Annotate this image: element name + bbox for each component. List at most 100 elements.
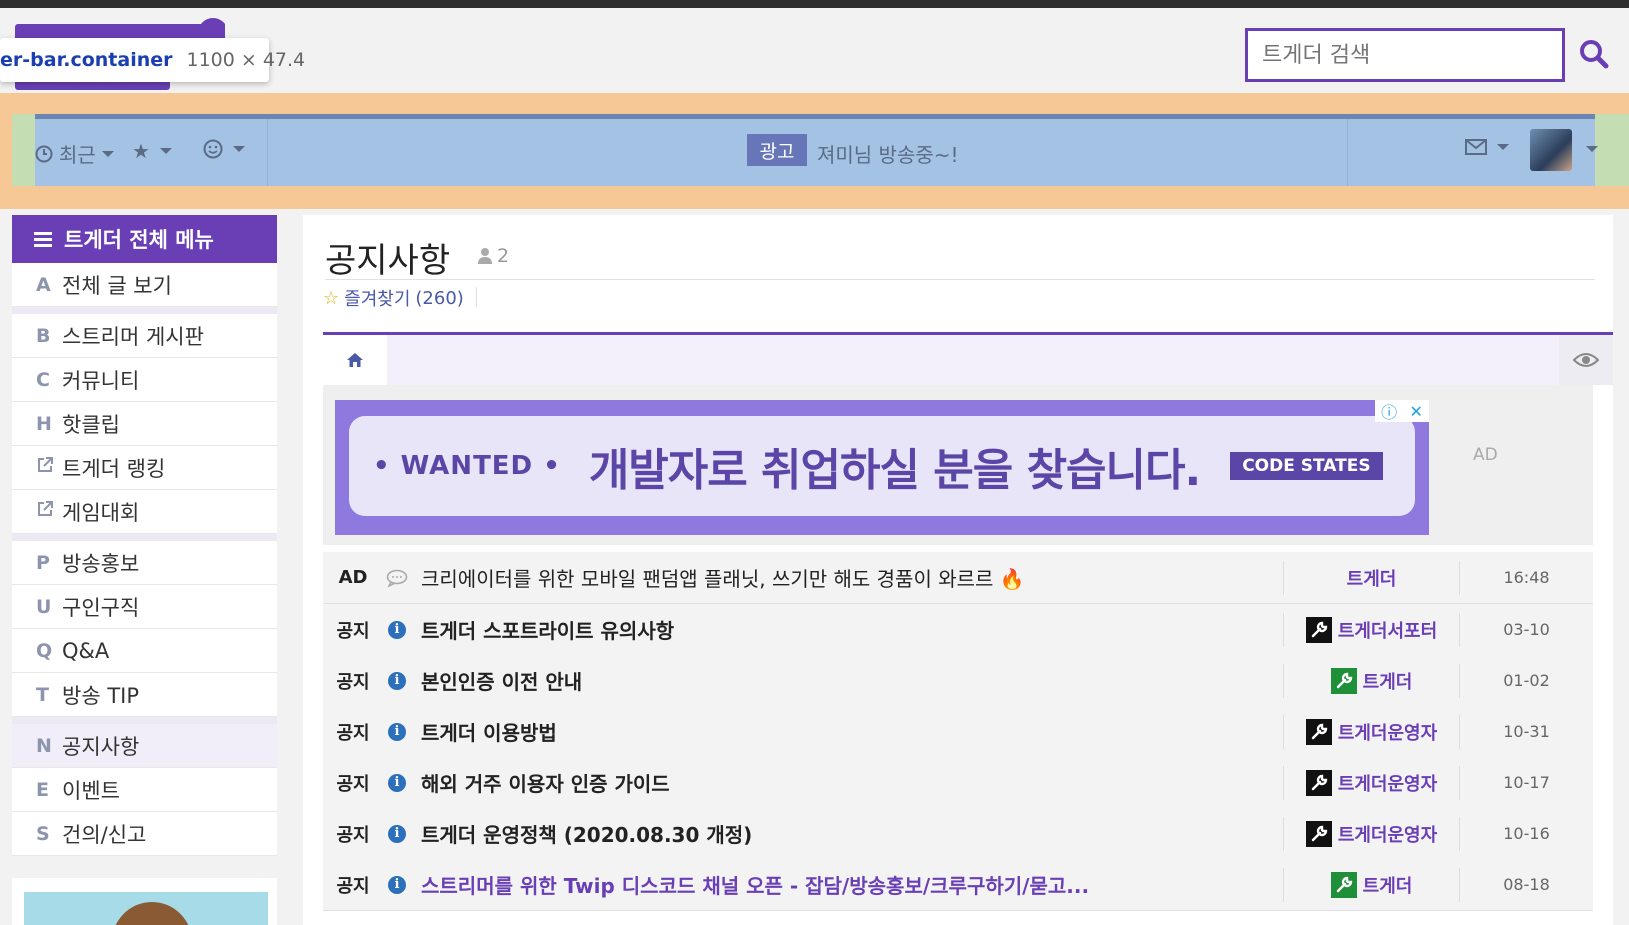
row-tag: 공지 bbox=[336, 620, 370, 642]
sidebar-item-letter: S bbox=[36, 822, 50, 845]
chevron-down-icon bbox=[1586, 146, 1598, 152]
favorites-menu[interactable]: ★ bbox=[132, 139, 172, 163]
row-title[interactable]: 크리에이터를 위한 모바일 팬덤앱 플래닛, 쓰기만 해도 경품이 와르르 🔥 bbox=[411, 563, 1283, 592]
author-name: 트게더운영자 bbox=[1337, 773, 1438, 795]
tooltip-selector: er-bar.container bbox=[0, 49, 173, 71]
sidebar-item-jobs[interactable]: U 구인구직 bbox=[12, 585, 277, 629]
wanted-ad-banner[interactable]: • WANTED • 개발자로 취업하실 분을 찾습니다. CODE STATE… bbox=[335, 400, 1429, 535]
table-row[interactable]: 공지 i 트게더 이용방법 트게더운영자 10-31 bbox=[323, 706, 1593, 758]
sidebar-item-label: 이벤트 bbox=[62, 778, 120, 803]
sidebar-menu-toggle[interactable]: 트게더 전체 메뉴 bbox=[12, 215, 277, 263]
sidebar-item-streamer-board[interactable]: B 스트리머 게시판 bbox=[12, 314, 277, 358]
user-avatar[interactable] bbox=[1530, 129, 1572, 171]
title-divider bbox=[325, 279, 1595, 280]
table-row[interactable]: 공지 i 스트리머를 위한 Twip 디스코드 채널 오픈 - 잡담/방송홍보/크루… bbox=[323, 859, 1593, 911]
chevron-down-icon bbox=[159, 148, 172, 154]
sidebar-item-letter: U bbox=[36, 595, 52, 618]
sidebar-item-label: 트게더 랭킹 bbox=[62, 456, 166, 481]
sidebar-item-tournament[interactable]: 게임대회 bbox=[12, 490, 277, 534]
sidebar: 트게더 전체 메뉴 A 전체 글 보기 B 스트리머 게시판 C 커뮤니티 H … bbox=[12, 215, 277, 925]
row-author[interactable]: 트게더운영자 bbox=[1284, 718, 1459, 745]
favorite-button[interactable]: ☆ 즐겨찾기 (260) bbox=[323, 285, 464, 311]
table-row[interactable]: 공지 i 본인인증 이전 안내 트게더 01-02 bbox=[323, 655, 1593, 707]
sidebar-item-broadcast-tip[interactable]: T 방송 TIP bbox=[12, 673, 277, 717]
sidebar-item-label: 게임대회 bbox=[62, 500, 140, 525]
sidebar-item-feedback[interactable]: S 건의/신고 bbox=[12, 812, 277, 856]
sidebar-item-letter: C bbox=[36, 368, 50, 391]
sidebar-ad[interactable] bbox=[12, 878, 277, 925]
wrench-badge-icon bbox=[1330, 667, 1357, 694]
nav-divider bbox=[1347, 119, 1348, 186]
recent-menu[interactable]: 최근 bbox=[35, 139, 114, 168]
table-row[interactable]: AD 크리에이터를 위한 모바일 팬덤앱 플래닛, 쓰기만 해도 경품이 와르르 … bbox=[323, 552, 1593, 604]
sidebar-item-label: 건의/신고 bbox=[62, 822, 147, 847]
sidebar-item-label: 방송 TIP bbox=[62, 683, 139, 708]
sidebar-item-notices[interactable]: N 공지사항 bbox=[12, 724, 277, 768]
user-menu-toggle[interactable] bbox=[1580, 146, 1598, 152]
top-navigation-bar: 최근 ★ 광고 져미님 방송중~! bbox=[35, 114, 1598, 186]
table-row[interactable]: 공지 i 트게더 운영정책 (2020.08.30 개정) 트게더운영자 10-16 bbox=[323, 808, 1593, 860]
board-tab-bar bbox=[323, 332, 1613, 385]
info-icon: i bbox=[383, 671, 411, 690]
row-author[interactable]: 트게더 bbox=[1284, 871, 1459, 898]
info-icon: i bbox=[383, 620, 411, 639]
sidebar-item-community[interactable]: C 커뮤니티 bbox=[12, 358, 277, 402]
sidebar-group-divider bbox=[12, 717, 277, 724]
author-name: 트게더운영자 bbox=[1337, 722, 1438, 744]
eye-icon bbox=[1573, 353, 1599, 367]
row-title[interactable]: 트게더 이용방법 bbox=[411, 717, 1283, 746]
row-title[interactable]: 스트리머를 위한 Twip 디스코드 채널 오픈 - 잡담/방송홍보/크루구하기… bbox=[411, 870, 1283, 899]
messages-menu[interactable] bbox=[1465, 139, 1509, 155]
row-author[interactable]: 트게더 bbox=[1284, 565, 1459, 591]
ad-choices[interactable]: ⓘ ✕ bbox=[1375, 400, 1429, 422]
row-date: 01-02 bbox=[1503, 671, 1550, 690]
row-author[interactable]: 트게더운영자 bbox=[1284, 769, 1459, 796]
wrench-badge-icon bbox=[1330, 871, 1357, 898]
sidebar-item-promotion[interactable]: P 방송홍보 bbox=[12, 541, 277, 585]
sidebar-item-label: 핫클립 bbox=[62, 412, 120, 437]
ad-brand: • WANTED • bbox=[373, 451, 561, 481]
ad-partner: CODE STATES bbox=[1230, 452, 1383, 480]
row-author[interactable]: 트게더 bbox=[1284, 667, 1459, 694]
row-tag: 공지 bbox=[336, 875, 370, 897]
chevron-down-icon bbox=[1497, 144, 1509, 150]
table-row[interactable]: 공지 i 해외 거주 이용자 인증 가이드 트게더운영자 10-17 bbox=[323, 757, 1593, 809]
row-tag: 공지 bbox=[336, 824, 370, 846]
row-date: 10-17 bbox=[1503, 773, 1550, 792]
emoji-menu[interactable] bbox=[203, 139, 245, 159]
search-button[interactable] bbox=[1575, 34, 1613, 74]
sidebar-item-ranking[interactable]: 트게더 랭킹 bbox=[12, 446, 277, 490]
row-title[interactable]: 본인인증 이전 안내 bbox=[411, 666, 1283, 695]
view-mode-toggle[interactable] bbox=[1559, 335, 1613, 385]
sidebar-item-label: 커뮤니티 bbox=[62, 368, 140, 393]
hamburger-icon bbox=[34, 229, 52, 250]
tab-home[interactable] bbox=[323, 335, 387, 385]
sidebar-item-all-posts[interactable]: A 전체 글 보기 bbox=[12, 263, 277, 307]
sidebar-item-letter: A bbox=[36, 273, 51, 296]
row-tag: 공지 bbox=[336, 671, 370, 693]
chevron-down-icon bbox=[233, 146, 245, 152]
sidebar-item-letter: E bbox=[36, 778, 49, 801]
sidebar-item-events[interactable]: E 이벤트 bbox=[12, 768, 277, 812]
row-title[interactable]: 해외 거주 이용자 인증 가이드 bbox=[411, 768, 1283, 797]
ad-banner-area: • WANTED • 개발자로 취업하실 분을 찾습니다. CODE STATE… bbox=[323, 385, 1593, 545]
sidebar-item-label: 전체 글 보기 bbox=[62, 273, 172, 298]
person-icon bbox=[478, 248, 492, 264]
chevron-down-icon bbox=[101, 150, 114, 157]
row-title[interactable]: 트게더 운영정책 (2020.08.30 개정) bbox=[411, 819, 1283, 848]
row-author[interactable]: 트게더운영자 bbox=[1284, 820, 1459, 847]
row-title[interactable]: 트게더 스포트라이트 유의사항 bbox=[411, 615, 1283, 644]
close-icon[interactable]: ✕ bbox=[1409, 402, 1422, 421]
author-name: 트게더운영자 bbox=[1337, 824, 1438, 846]
favorite-label: 즐겨찾기 bbox=[344, 289, 411, 310]
sidebar-item-hot-clips[interactable]: H 핫클립 bbox=[12, 402, 277, 446]
wrench-badge-icon bbox=[1305, 718, 1332, 745]
sidebar-item-label: 공지사항 bbox=[62, 734, 140, 759]
info-icon: i bbox=[383, 824, 411, 843]
row-author[interactable]: 트게더서포터 bbox=[1284, 616, 1459, 643]
table-row[interactable]: 공지 i 트게더 스포트라이트 유의사항 트게더서포터 03-10 bbox=[323, 604, 1593, 656]
star-icon: ★ bbox=[132, 139, 150, 163]
live-broadcast-ad-link[interactable]: 져미님 방송중~! bbox=[817, 139, 959, 168]
sidebar-item-qna[interactable]: Q Q&A bbox=[12, 629, 277, 673]
search-input[interactable] bbox=[1245, 28, 1565, 82]
